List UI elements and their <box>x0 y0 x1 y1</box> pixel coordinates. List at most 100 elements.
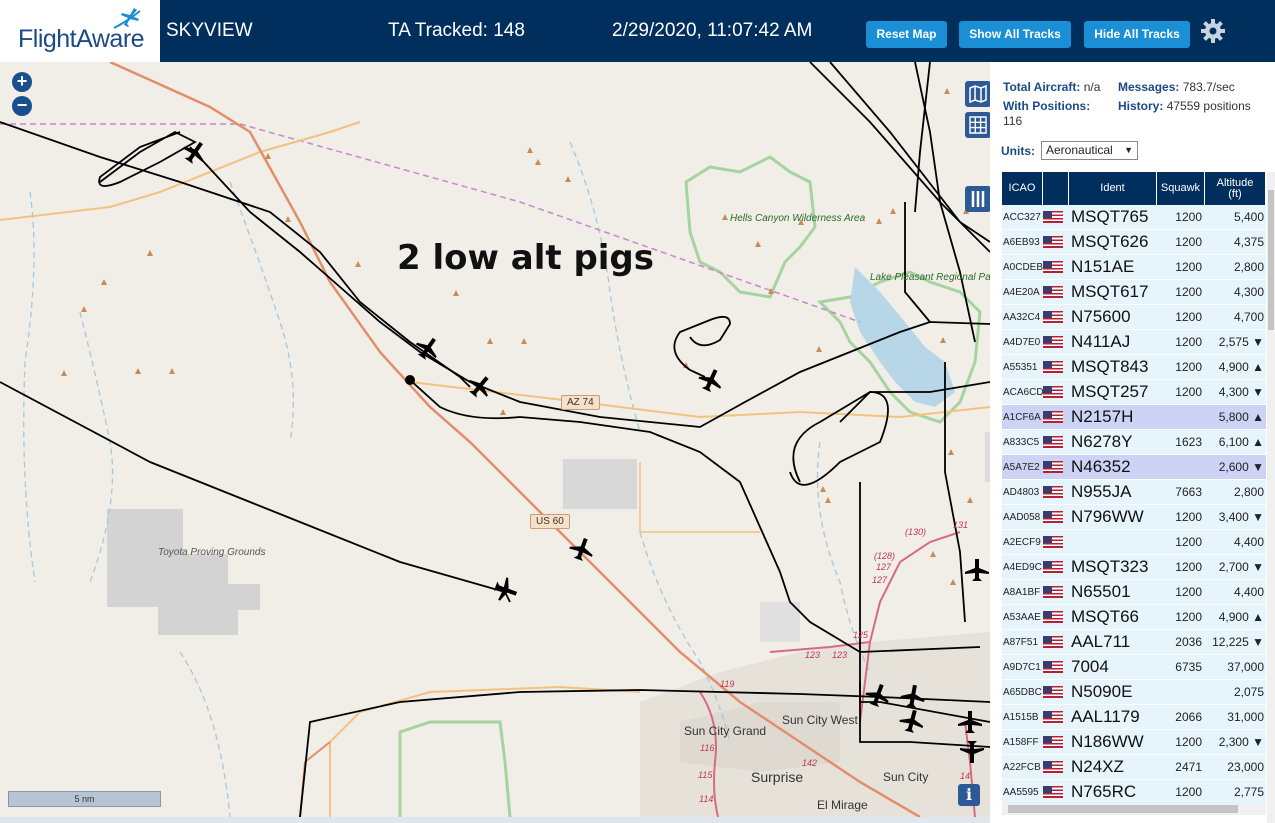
us-flag-icon <box>1043 536 1063 548</box>
us-flag-icon <box>1043 261 1063 273</box>
gear-icon[interactable] <box>1200 18 1226 44</box>
cell-icao: A53AAE <box>1003 611 1041 623</box>
cell-altitude: 6,100 ▲ <box>1218 435 1264 449</box>
table-row[interactable]: A5A7E2 N46352 2,600 ▼ <box>1002 455 1266 480</box>
col-ident[interactable]: Ident <box>1069 172 1157 205</box>
table-row[interactable]: A53AAE MSQT66 1200 4,900 ▲ <box>1002 605 1266 630</box>
horizontal-scrollbar[interactable] <box>1002 803 1266 815</box>
table-row[interactable]: A2ECF9 1200 4,400 <box>1002 530 1266 555</box>
col-squawk[interactable]: Squawk <box>1157 172 1205 205</box>
columns-icon[interactable] <box>965 186 990 212</box>
table-row[interactable]: A4D7E0 N411AJ 1200 2,575 ▼ <box>1002 330 1266 355</box>
table-row[interactable]: A6EB93 MSQT626 1200 4,375 <box>1002 230 1266 255</box>
table-row[interactable]: A22FCB N24XZ 2471 23,000 <box>1002 755 1266 780</box>
cell-flag <box>1043 486 1069 498</box>
cell-altitude: 2,800 <box>1233 260 1264 274</box>
cell-altitude: 4,300 ▼ <box>1218 385 1264 399</box>
units-select[interactable]: Aeronautical ▼ <box>1041 141 1138 160</box>
table-row[interactable]: A55351 MSQT843 1200 4,900 ▲ <box>1002 355 1266 380</box>
zoom-in-button[interactable]: + <box>12 72 32 92</box>
cell-altitude: 2,775 <box>1233 785 1264 799</box>
scroll-thumb[interactable] <box>1008 805 1238 813</box>
col-altitude[interactable]: Altitude (ft) <box>1205 172 1266 205</box>
col-icao[interactable]: ICAO <box>1002 172 1043 205</box>
route-number: 131 <box>953 520 969 530</box>
reset-map-button[interactable]: Reset Map <box>866 21 947 48</box>
cell-icao: A4E20A <box>1003 286 1040 298</box>
table-row[interactable]: A4ED9C MSQT323 1200 2,700 ▼ <box>1002 555 1266 580</box>
scale-bar: 5 nm <box>8 791 161 807</box>
cell-icao: ACA6CD <box>1003 386 1044 398</box>
table-row[interactable]: ACA6CD MSQT257 1200 4,300 ▼ <box>1002 380 1266 405</box>
scroll-thumb[interactable] <box>1268 190 1274 330</box>
table-row[interactable]: A4E20A MSQT617 1200 4,300 <box>1002 280 1266 305</box>
table-row[interactable]: A87F51 AAL711 2036 12,225 ▼ <box>1002 630 1266 655</box>
cell-icao: AA32C4 <box>1003 311 1041 323</box>
place-lake-pleasant: Lake Pleasant Regional Park <box>870 272 990 283</box>
route-number: 127 <box>872 575 888 585</box>
cell-squawk: 1623 <box>1175 435 1202 449</box>
cell-squawk: 1200 <box>1175 310 1202 324</box>
hide-all-tracks-button[interactable]: Hide All Tracks <box>1084 21 1190 48</box>
map-layers-icon[interactable] <box>965 81 990 107</box>
table-row[interactable]: AA32C4 N75600 1200 4,700 <box>1002 305 1266 330</box>
cell-flag <box>1043 636 1069 648</box>
cell-altitude: 2,075 <box>1233 685 1264 699</box>
flight-map[interactable]: 2 low alt pigs AZ 74 US 60 Hells Canyon … <box>0 62 990 817</box>
cell-ident: 7004 <box>1071 657 1109 676</box>
cell-flag <box>1043 686 1069 698</box>
cell-icao: AA5595 <box>1003 786 1039 798</box>
cell-ident: N5090E <box>1071 682 1133 701</box>
table-row[interactable]: ACC327 MSQT765 1200 5,400 <box>1002 205 1266 230</box>
cell-squawk: 1200 <box>1175 360 1202 374</box>
units-selected: Aeronautical <box>1046 143 1113 157</box>
cell-ident: MSQT765 <box>1071 207 1149 226</box>
col-flag[interactable] <box>1043 172 1069 205</box>
cell-squawk: 1200 <box>1175 735 1202 749</box>
flightaware-logo[interactable]: FlightAware <box>0 0 160 62</box>
cell-ident: AAL1179 <box>1071 707 1140 726</box>
us-flag-icon <box>1043 786 1063 798</box>
us-flag-icon <box>1043 661 1063 673</box>
cell-ident: N796WW <box>1071 507 1144 526</box>
table-row[interactable]: A65DBC N5090E 2,075 <box>1002 680 1266 705</box>
cell-altitude: 3,400 ▼ <box>1218 510 1264 524</box>
table-row[interactable]: A0CDEB N151AE 1200 2,800 <box>1002 255 1266 280</box>
cell-icao: A6EB93 <box>1003 236 1040 248</box>
table-row[interactable]: AA5595 N765RC 1200 2,775 <box>1002 780 1266 805</box>
place-hells-canyon: Hells Canyon Wilderness Area <box>730 213 866 224</box>
cell-ident: N411AJ <box>1071 332 1131 351</box>
route-number: (130) <box>905 527 927 537</box>
tracked-count: TA Tracked: 148 <box>388 20 525 41</box>
top-bar: FlightAware SKYVIEW TA Tracked: 148 2/29… <box>0 0 1275 62</box>
route-number: 142 <box>802 758 818 768</box>
table-row[interactable]: A833C5 N6278Y 1623 6,100 ▲ <box>1002 430 1266 455</box>
route-number: 127 <box>876 562 892 572</box>
cell-altitude: 31,000 <box>1227 710 1264 724</box>
cell-icao: A8A1BF <box>1003 586 1041 598</box>
aircraft-table: ICAO Ident Squawk Altitude (ft) ACC327 MS… <box>1002 172 1266 805</box>
app-name: SKYVIEW <box>166 20 253 41</box>
table-row[interactable]: AD4803 N955JA 7663 2,800 <box>1002 480 1266 505</box>
table-row[interactable]: A9D7C1 7004 6735 37,000 <box>1002 655 1266 680</box>
cell-altitude: 4,300 <box>1233 285 1264 299</box>
stat-messages-label: Messages: <box>1118 80 1180 94</box>
table-row[interactable]: A1CF6A N2157H 5,800 ▲ <box>1002 405 1266 430</box>
plane-logo-icon <box>113 8 141 29</box>
grid-icon[interactable] <box>965 112 990 138</box>
info-icon[interactable]: i <box>958 784 980 806</box>
cell-flag <box>1043 736 1069 748</box>
show-all-tracks-button[interactable]: Show All Tracks <box>959 21 1071 48</box>
cell-flag <box>1043 761 1069 773</box>
table-row[interactable]: AAD058 N796WW 1200 3,400 ▼ <box>1002 505 1266 530</box>
cell-ident: MSQT617 <box>1071 282 1149 301</box>
cell-flag <box>1043 611 1069 623</box>
cell-flag <box>1043 461 1069 473</box>
table-row[interactable]: A158FF N186WW 1200 2,300 ▼ <box>1002 730 1266 755</box>
table-row[interactable]: A8A1BF N65501 1200 4,400 <box>1002 580 1266 605</box>
vertical-scrollbar[interactable] <box>1267 172 1275 823</box>
table-row[interactable]: A1515B AAL1179 2066 31,000 <box>1002 705 1266 730</box>
cell-ident: N24XZ <box>1071 757 1124 776</box>
zoom-out-button[interactable]: − <box>12 96 32 116</box>
cell-altitude: 4,900 ▲ <box>1218 610 1264 624</box>
